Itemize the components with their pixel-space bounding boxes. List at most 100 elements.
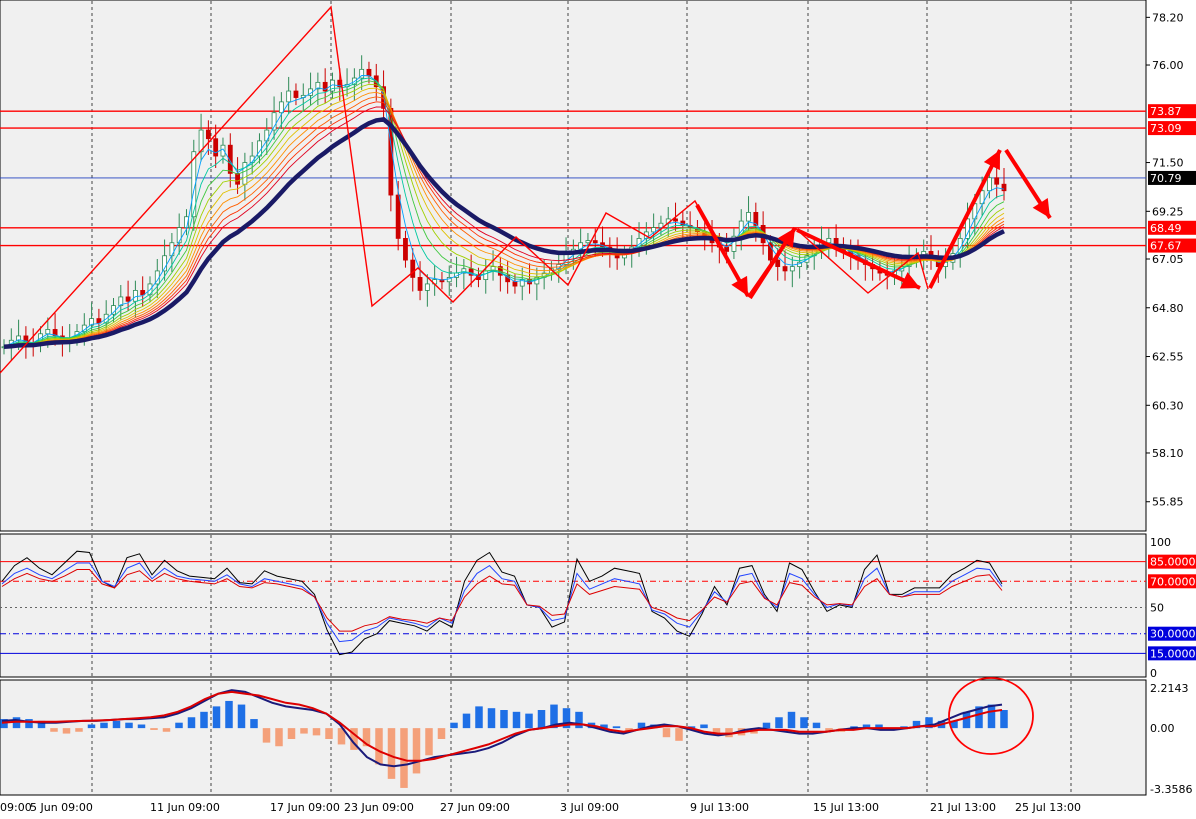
macd-histogram-bar [212,706,221,729]
price-tick-label: 67.05 [1152,253,1184,266]
candle-body [424,283,430,291]
candle-body [176,227,182,244]
price-tick-label: 58.10 [1152,447,1184,460]
time-tick-label: 09:00 [0,801,32,814]
candle-body [1001,183,1007,192]
macd-histogram-bar [225,700,233,729]
oscillator-panel [0,533,1147,678]
candle-body [789,266,795,272]
macd-histogram-bar [200,711,208,729]
macd-histogram-bar [812,722,821,729]
macd-histogram-bar [800,717,808,729]
trading-chart: 09:005 Jun 09:00 11 Jun 09:00 17 Jun 09:00… [0,0,1196,819]
macd-histogram-bar [300,728,308,734]
time-tick-label: 3 Jul 09:00 [560,801,619,814]
macd-histogram-bar [112,720,121,729]
osc-level-label: 30.0000 [1150,628,1196,641]
price-tick-label: 60.30 [1152,399,1184,412]
macd-histogram-bar [287,728,296,740]
macd-histogram-bar [400,728,408,788]
macd-histogram-bar [1000,710,1008,729]
price-panel [0,0,1147,532]
price-level-label: 73.87 [1150,105,1182,118]
macd-histogram-bar [237,704,246,729]
macd-histogram-bar [187,717,196,729]
macd-histogram-bar [512,711,521,729]
macd-histogram-bar [50,728,58,732]
macd-histogram-bar [475,706,483,729]
panel-background [0,533,1147,678]
price-tick-label: 78.20 [1152,11,1184,24]
macd-histogram-bar [787,711,796,729]
price-level-label: 73.09 [1150,122,1182,135]
macd-histogram-bar [150,728,158,730]
macd-histogram-bar [62,728,71,734]
macd-histogram-bar [412,728,421,774]
price-tick-label: 69.25 [1152,205,1184,218]
macd-histogram-bar [75,728,83,732]
price-tick-label: 76.00 [1152,59,1184,72]
candle-body [826,238,832,244]
panel-background [0,679,1147,796]
macd-histogram-bar [487,708,496,729]
candle-body [782,266,788,272]
candle-body [278,101,284,114]
candle-body [395,194,401,239]
candle-body [286,90,292,103]
price-tick-label: 62.55 [1152,351,1184,364]
candle-body [242,162,248,185]
macd-tick-label: 2.2143 [1150,682,1189,695]
macd-histogram-bar [987,704,996,729]
osc-level-label: 70.0000 [1150,575,1196,588]
time-tick-label: 17 Jun 09:00 [270,801,340,814]
macd-histogram-bar [125,722,133,729]
macd-histogram-bar [387,728,396,779]
time-tick-label: 15 Jul 13:00 [813,801,879,814]
candle-body [132,290,138,302]
macd-histogram-bar [525,713,533,729]
candle-body [673,218,678,222]
candle-body [366,68,372,77]
time-tick-label: 11 Jun 09:00 [150,801,220,814]
price-tick-label: 64.80 [1152,302,1184,315]
candle-body [986,177,992,192]
price-tick-label: 55.85 [1152,496,1184,509]
candle-body [403,238,408,261]
macd-histogram-bar [575,711,583,729]
price-level-label: 68.49 [1150,222,1182,235]
time-tick-label: 9 Jul 13:00 [690,801,749,814]
macd-histogram-bar [250,719,258,729]
macd-histogram-bar [375,728,383,765]
macd-histogram-bar [425,728,433,756]
macd-histogram-bar [675,728,683,741]
macd-histogram-bar [87,724,96,729]
macd-histogram-bar [762,722,771,729]
osc-tick-label: 50 [1150,602,1164,615]
macd-histogram-bar [700,724,708,729]
candle-body [213,138,219,157]
candle-body [768,242,773,261]
candle-body [592,240,598,244]
candle-body [169,242,175,257]
candle-body [45,329,51,335]
time-tick-label: 23 Jun 09:00 [344,801,414,814]
time-tick-label: 27 Jun 09:00 [440,801,510,814]
candle-body [264,129,270,142]
candle-body [410,259,416,278]
candle-body [293,90,299,98]
price-level-label: 70.79 [1150,172,1182,185]
macd-histogram-bar [275,728,283,747]
macd-tick-label: -3.3586 [1150,783,1192,796]
candle-body [775,259,781,267]
time-tick-label: 5 Jun 09:00 [30,801,93,814]
price-level-label: 67.67 [1150,240,1182,253]
macd-histogram-bar [100,722,108,729]
macd-histogram-bar [137,724,146,729]
osc-level-label: 15.0000 [1150,647,1196,660]
candle-body [994,177,1000,185]
candle-body [585,240,591,244]
candle-body [205,129,211,140]
time-tick-label: 25 Jul 13:00 [1015,801,1081,814]
macd-panel [0,677,1147,796]
macd-histogram-bar [500,710,508,729]
